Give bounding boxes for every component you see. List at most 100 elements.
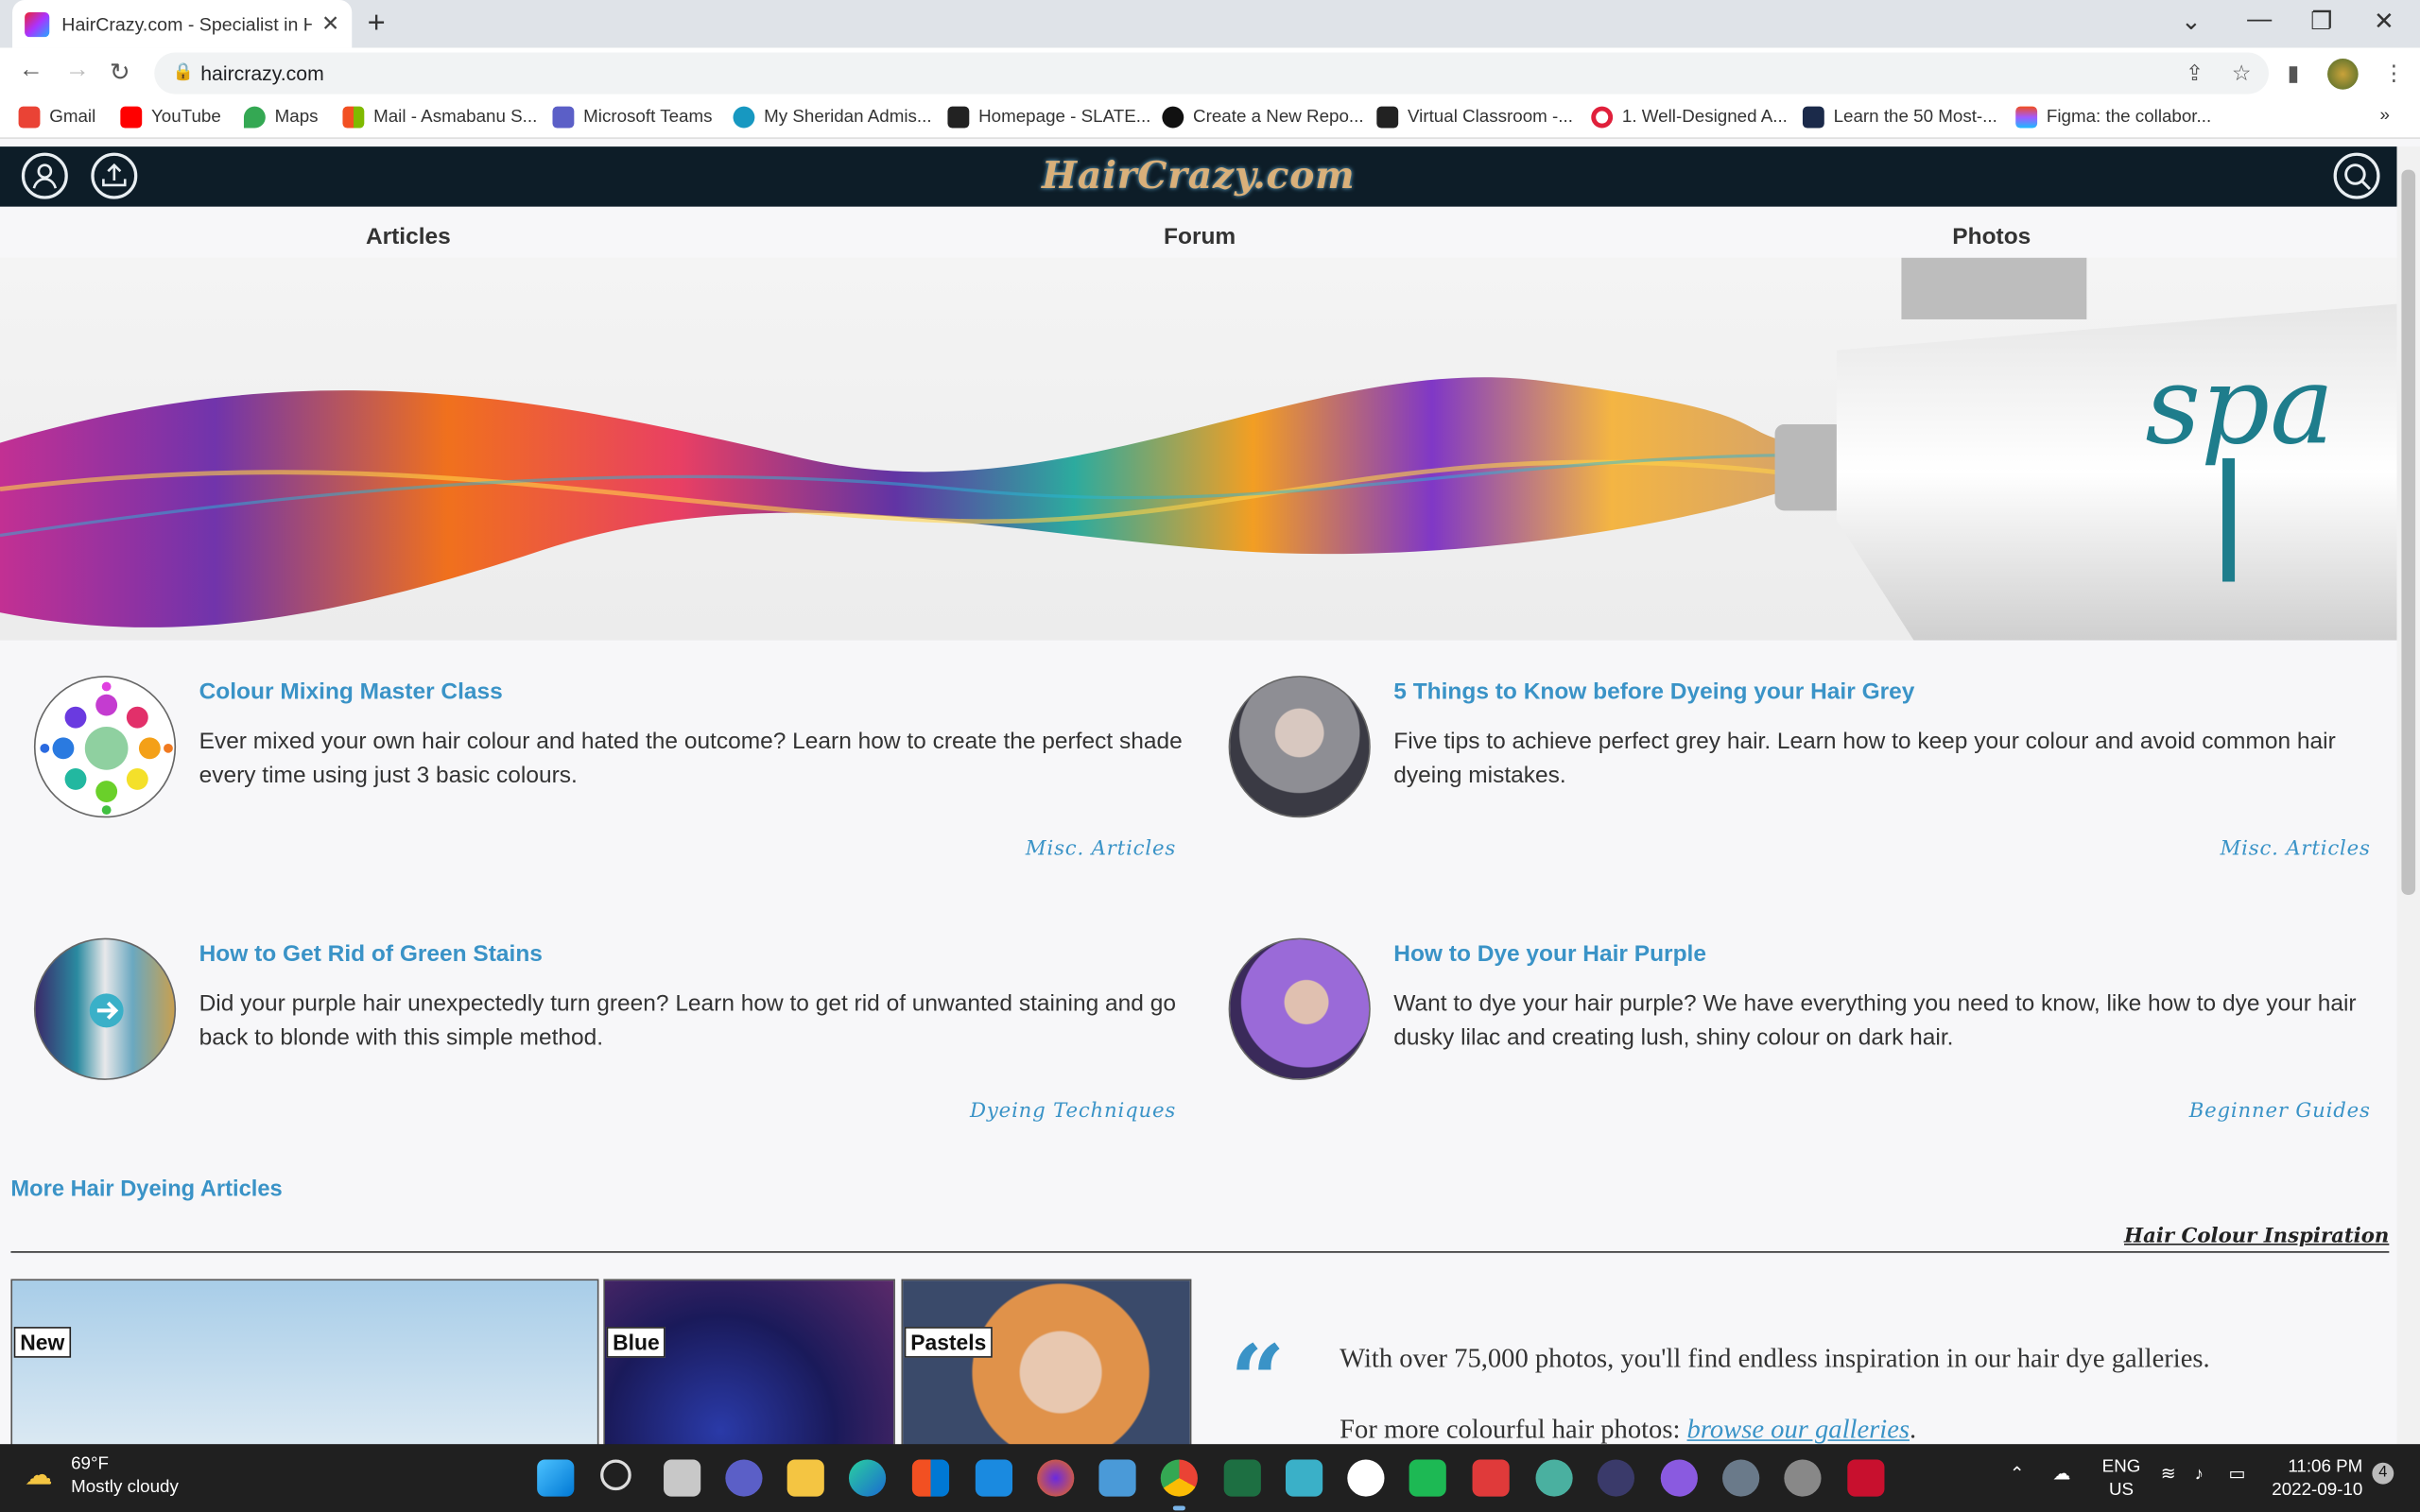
article-category[interactable]: Dyeing Techniques: [970, 1100, 1176, 1123]
gear-icon[interactable]: [1784, 1459, 1822, 1497]
microsoft-icon: [342, 106, 365, 129]
bookmark-sheridan[interactable]: My Sheridan Admis...: [733, 106, 932, 129]
clock[interactable]: 11:06 PM 2022-09-10: [2272, 1456, 2362, 1503]
clock-time: 11:06 PM: [2288, 1457, 2363, 1477]
bookmark-figma[interactable]: Figma: the collabor...: [2015, 106, 2211, 129]
windows-taskbar: ☁ 69°F Mostly cloudy ⌃ ☁ ENG US ≋ ♪ ▭ 11…: [0, 1444, 2420, 1512]
bookmark-well-designed[interactable]: 1. Well-Designed A...: [1591, 106, 1788, 129]
article-card[interactable]: How to Dye your Hair Purple Want to dye …: [1228, 937, 2371, 1185]
site-icon: [1802, 106, 1824, 129]
site-favicon-icon: [25, 11, 50, 37]
nav-photos[interactable]: Photos: [1952, 224, 2031, 250]
minimize-icon[interactable]: —: [2247, 7, 2272, 34]
browser-toolbar: ← → ↻ 🔒 haircrazy.com ⇪ ☆ ▮ ⋮: [0, 47, 2420, 99]
nav-articles[interactable]: Articles: [366, 224, 451, 250]
article-thumbnail[interactable]: [33, 676, 177, 818]
file-explorer-icon[interactable]: [786, 1459, 824, 1497]
start-icon[interactable]: [537, 1459, 575, 1497]
bookmark-learn-50[interactable]: Learn the 50 Most-...: [1802, 106, 1997, 129]
bookmark-slate[interactable]: Homepage - SLATE...: [947, 106, 1150, 129]
language-indicator[interactable]: ENG US: [2102, 1456, 2141, 1503]
bookmark-star-icon[interactable]: ☆: [2232, 60, 2252, 87]
task-view-icon[interactable]: [664, 1459, 701, 1497]
close-window-icon[interactable]: ✕: [2374, 7, 2394, 38]
notification-badge[interactable]: 4: [2372, 1462, 2394, 1485]
gallery-tile-blue[interactable]: Blue: [603, 1279, 895, 1450]
article-card[interactable]: Colour Mixing Master Class Ever mixed yo…: [33, 676, 1183, 922]
bookmark-gmail[interactable]: Gmail: [18, 106, 96, 129]
bookmark-youtube[interactable]: YouTube: [120, 106, 221, 129]
article-category[interactable]: Misc. Articles: [2221, 838, 2371, 861]
forward-icon[interactable]: →: [65, 57, 90, 84]
address-bar[interactable]: 🔒 haircrazy.com: [154, 52, 2269, 94]
bookmark-virtual-classroom[interactable]: Virtual Classroom -...: [1376, 106, 1573, 129]
article-card[interactable]: How to Get Rid of Green Stains Did your …: [33, 937, 1176, 1185]
bookmark-mail[interactable]: Mail - Asmabanu S...: [342, 106, 538, 129]
store-icon[interactable]: [911, 1459, 950, 1497]
article-description: Five tips to achieve perfect grey hair. …: [1393, 728, 2336, 789]
article-category[interactable]: Beginner Guides: [2189, 1100, 2371, 1123]
excel-icon[interactable]: [1223, 1459, 1261, 1497]
app-icon[interactable]: [1286, 1459, 1323, 1497]
settings-icon[interactable]: [1722, 1459, 1760, 1497]
wifi-icon[interactable]: ≋: [2161, 1464, 2176, 1486]
search-taskbar-icon[interactable]: [600, 1459, 631, 1491]
browser-tab[interactable]: HairCrazy.com - Specialist in Hair ✕: [12, 0, 353, 48]
app-icon[interactable]: [1472, 1459, 1510, 1497]
article-thumbnail[interactable]: [1228, 937, 1371, 1080]
restore-icon[interactable]: ❐: [2310, 7, 2332, 38]
weather-widget[interactable]: ☁ 69°F Mostly cloudy: [25, 1453, 179, 1500]
app-icon[interactable]: [1660, 1459, 1698, 1497]
bookmark-teams[interactable]: Microsoft Teams: [552, 106, 712, 129]
search-icon[interactable]: [2333, 152, 2380, 199]
acrobat-icon[interactable]: [1847, 1459, 1885, 1497]
article-title[interactable]: 5 Things to Know before Dyeing your Hair…: [1393, 679, 1914, 705]
side-panel-icon[interactable]: ▮: [2288, 60, 2300, 87]
scrollbar-thumb[interactable]: [2401, 169, 2416, 895]
app-icon[interactable]: [1347, 1459, 1385, 1497]
back-icon[interactable]: ←: [19, 57, 43, 84]
chrome-icon[interactable]: [1160, 1459, 1198, 1511]
gallery-tile-pastels[interactable]: Pastels: [901, 1279, 1192, 1450]
profile-avatar[interactable]: [2327, 59, 2359, 90]
app-icon[interactable]: [1098, 1459, 1136, 1497]
edge-icon[interactable]: [848, 1459, 887, 1497]
tab-search-icon[interactable]: ⌄: [2181, 7, 2202, 38]
bookmark-maps[interactable]: Maps: [243, 106, 319, 129]
article-title[interactable]: How to Dye your Hair Purple: [1393, 941, 1706, 968]
nav-forum[interactable]: Forum: [1164, 224, 1236, 250]
mail-icon[interactable]: [975, 1459, 1013, 1497]
menu-icon[interactable]: ⋮: [2383, 60, 2405, 87]
onedrive-icon[interactable]: ☁: [2052, 1464, 2070, 1486]
more-bookmarks-icon[interactable]: »: [2380, 107, 2390, 126]
chat-icon[interactable]: [725, 1459, 763, 1497]
article-card[interactable]: 5 Things to Know before Dyeing your Hair…: [1228, 676, 2371, 922]
bookmark-label: Mail - Asmabanu S...: [373, 108, 538, 127]
d2l-icon: [947, 106, 970, 129]
app-icon[interactable]: [1535, 1459, 1573, 1497]
volume-icon[interactable]: ♪: [2195, 1464, 2204, 1486]
article-title[interactable]: Colour Mixing Master Class: [199, 679, 503, 705]
battery-icon[interactable]: ▭: [2229, 1464, 2246, 1486]
page-scrollbar[interactable]: [2396, 146, 2420, 1445]
close-tab-icon[interactable]: ✕: [321, 10, 339, 37]
more-articles-link[interactable]: More Hair Dyeing Articles: [10, 1177, 282, 1202]
article-title[interactable]: How to Get Rid of Green Stains: [199, 941, 543, 968]
site-logo[interactable]: HairCrazy.com: [0, 153, 2397, 198]
share-icon[interactable]: ⇪: [2186, 60, 2204, 87]
reload-icon[interactable]: ↻: [110, 57, 130, 88]
app-icon[interactable]: [1597, 1459, 1634, 1497]
article-category[interactable]: Misc. Articles: [1026, 838, 1176, 861]
quote-mark-icon: “: [1230, 1323, 1286, 1436]
browse-galleries-link[interactable]: browse our galleries: [1687, 1414, 1910, 1445]
article-thumbnail[interactable]: [1228, 676, 1371, 818]
gallery-label: Blue: [606, 1327, 666, 1358]
article-thumbnail[interactable]: [33, 937, 177, 1080]
bookmark-github[interactable]: Create a New Repo...: [1162, 106, 1364, 129]
gallery-tile-new[interactable]: New: [10, 1279, 599, 1450]
firefox-icon[interactable]: [1037, 1459, 1075, 1497]
new-tab-icon[interactable]: +: [368, 7, 386, 43]
bookmark-label: Learn the 50 Most-...: [1833, 108, 1997, 127]
app-icon[interactable]: [1409, 1459, 1446, 1497]
chevron-up-icon[interactable]: ⌃: [2010, 1464, 2025, 1486]
